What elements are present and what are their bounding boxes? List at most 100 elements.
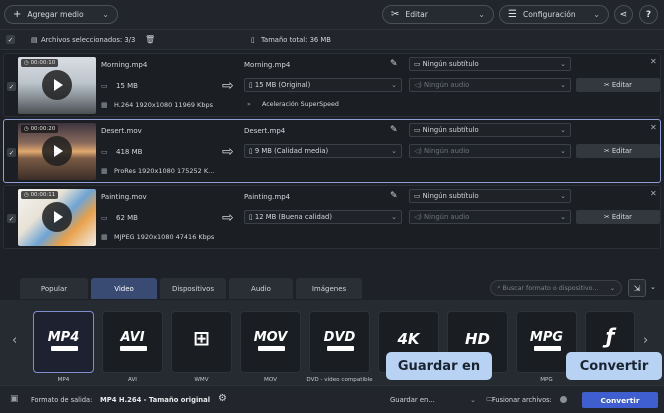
tab-images[interactable]: Imágenes xyxy=(296,278,362,299)
scroll-left-icon[interactable]: ‹ xyxy=(12,333,17,348)
stack-icon: ▤ xyxy=(31,36,38,44)
format-search-input[interactable]: ⌕ Buscar formato o dispositivo... ⌄ xyxy=(490,280,622,296)
select-all-checkbox[interactable]: ✓ xyxy=(6,35,15,44)
source-size: 62 MB xyxy=(116,214,138,222)
format-label: MP4 xyxy=(57,377,70,383)
status-bar: ▣ Formato de salida: MP4 H.264 - Tamaño … xyxy=(0,385,664,413)
tab-video[interactable]: Video xyxy=(91,278,157,299)
video-thumbnail[interactable]: ◷ 00:00:10 xyxy=(18,57,96,114)
output-format-label: Formato de salida: xyxy=(31,396,93,404)
speed-icon: » xyxy=(247,101,251,108)
add-media-button[interactable]: + Agregar medio ⌄ xyxy=(4,5,118,24)
settings-sliders-icon: ☰ xyxy=(508,9,517,20)
quality-select[interactable]: ▯ 9 MB (Calidad media) ⌄ xyxy=(244,144,402,158)
file-row[interactable]: ✓ ◷ 00:00:20 Desert.mov ▭ 418 MB ▦ ProRe… xyxy=(3,119,661,183)
share-icon: ⋖ xyxy=(619,9,628,20)
subtitle-icon: ▭ xyxy=(414,126,423,134)
share-button[interactable]: ⋖ xyxy=(614,5,633,24)
remove-file-icon[interactable]: ✕ xyxy=(650,189,657,198)
subtitle-select[interactable]: ▭ Ningún subtítulo ⌄ xyxy=(409,57,571,71)
chevron-down-icon: ⌄ xyxy=(609,284,615,292)
tab-audio[interactable]: Audio xyxy=(229,278,293,299)
chevron-down-icon: ⌄ xyxy=(560,213,566,221)
format-label: AVI xyxy=(128,377,137,383)
folder-icon: ▭ xyxy=(101,148,108,156)
convert-button[interactable]: Convertir xyxy=(582,392,658,408)
output-filename[interactable]: Morning.mp4 xyxy=(244,61,290,69)
chevron-down-icon: ⌄ xyxy=(560,147,566,155)
tab-popular[interactable]: Popular xyxy=(20,278,88,299)
format-mov[interactable]: MOV xyxy=(240,311,301,373)
file-checkbox[interactable]: ✓ xyxy=(7,148,16,157)
file-checkbox[interactable]: ✓ xyxy=(7,214,16,223)
format-avi[interactable]: AVI xyxy=(102,311,163,373)
file-row[interactable]: ✓ ◷ 00:00:10 Morning.mp4 ▭ 15 MB ▦ H.264… xyxy=(3,53,661,117)
film-icon: ▦ xyxy=(101,167,108,175)
audio-select[interactable]: ◁) Ningún audio ⌄ xyxy=(409,78,571,92)
format-dvd[interactable]: DVD xyxy=(309,311,370,373)
play-icon[interactable] xyxy=(42,136,72,166)
chevron-down-icon: ⌄ xyxy=(102,10,109,19)
convert-arrow-icon: ⇨ xyxy=(222,210,234,226)
top-toolbar: + Agregar medio ⌄ ✂ Editar ⌄ ☰ Configura… xyxy=(0,0,664,30)
film-icon: ▦ xyxy=(101,233,108,241)
selection-bar: ✓ ▤ Archivos seleccionados: 3/3 🗑 ▯ Tama… xyxy=(0,30,664,50)
tools-icon: ✂ xyxy=(391,9,400,20)
file-checkbox[interactable]: ✓ xyxy=(7,82,16,91)
callout-convert: Convertir xyxy=(566,352,662,380)
chevron-down-icon: ⌄ xyxy=(560,60,566,68)
chevron-down-icon: ⌄ xyxy=(391,81,397,89)
subtitle-select[interactable]: ▭ Ningún subtítulo ⌄ xyxy=(409,189,571,203)
output-settings-icon[interactable]: ⚙ xyxy=(218,393,227,404)
chevron-down-icon[interactable]: ⌄ xyxy=(650,283,656,291)
export-presets-button[interactable]: ⇲ xyxy=(628,279,646,297)
chevron-down-icon: ⌄ xyxy=(391,213,397,221)
file-row[interactable]: ✓ ◷ 00:00:11 Painting.mov ▭ 62 MB ▦ MJPE… xyxy=(3,185,661,249)
output-format-value: MP4 H.264 - Tamaño original xyxy=(100,396,211,404)
play-icon[interactable] xyxy=(42,202,72,232)
remove-file-icon[interactable]: ✕ xyxy=(650,123,657,132)
trash-icon[interactable]: 🗑 xyxy=(145,35,155,44)
edit-menu-button[interactable]: ✂ Editar ⌄ xyxy=(382,5,494,24)
format-label: WMV xyxy=(194,377,209,383)
rename-pencil-icon[interactable]: ✎ xyxy=(390,125,398,135)
source-meta: ProRes 1920x1080 175252 K... xyxy=(114,167,215,175)
output-filename[interactable]: Desert.mp4 xyxy=(244,127,285,135)
duration-badge: ◷ 00:00:20 xyxy=(21,125,59,133)
help-button[interactable]: ? xyxy=(639,5,658,24)
speaker-icon: ◁) xyxy=(414,81,425,89)
subtitle-icon: ▭ xyxy=(414,60,423,68)
tools-icon: ✂ xyxy=(604,81,612,89)
video-thumbnail[interactable]: ◷ 00:00:20 xyxy=(18,123,96,180)
convert-arrow-icon: ⇨ xyxy=(222,144,234,160)
play-icon[interactable] xyxy=(42,70,72,100)
source-size: 418 MB xyxy=(116,148,143,156)
convert-arrow-icon: ⇨ xyxy=(222,78,234,94)
flash-icon: ƒ xyxy=(605,324,615,348)
output-format-icon: ▣ xyxy=(10,394,19,404)
subtitle-icon: ▭ xyxy=(414,192,423,200)
save-to-select[interactable]: Guardar en... ⌄ xyxy=(386,393,480,407)
quality-select[interactable]: ▯ 15 MB (Original) ⌄ xyxy=(244,78,402,92)
tab-devices[interactable]: Dispositivos xyxy=(160,278,226,299)
format-mp4[interactable]: MP4 xyxy=(33,311,94,373)
rename-pencil-icon[interactable]: ✎ xyxy=(390,191,398,201)
subtitle-select[interactable]: ▭ Ningún subtítulo ⌄ xyxy=(409,123,571,137)
settings-menu-button[interactable]: ☰ Configuración ⌄ xyxy=(499,5,609,24)
chevron-down-icon: ⌄ xyxy=(470,396,476,404)
audio-select[interactable]: ◁) Ningún audio ⌄ xyxy=(409,144,571,158)
rename-pencil-icon[interactable]: ✎ xyxy=(390,59,398,69)
audio-select[interactable]: ◁) Ningún audio ⌄ xyxy=(409,210,571,224)
output-filename[interactable]: Painting.mp4 xyxy=(244,193,290,201)
edit-file-button[interactable]: ✂ Editar xyxy=(576,210,660,224)
quality-select[interactable]: ▯ 12 MB (Buena calidad) ⌄ xyxy=(244,210,402,224)
remove-file-icon[interactable]: ✕ xyxy=(650,57,657,66)
edit-file-button[interactable]: ✂ Editar xyxy=(576,144,660,158)
edit-file-button[interactable]: ✂ Editar xyxy=(576,78,660,92)
format-wmv[interactable]: ⊞ xyxy=(171,311,232,373)
video-thumbnail[interactable]: ◷ 00:00:11 xyxy=(18,189,96,246)
scroll-right-icon[interactable]: › xyxy=(643,333,648,348)
speaker-icon: ◁) xyxy=(414,213,425,221)
merge-files-label: Fusionar archivos: xyxy=(492,396,552,404)
merge-toggle[interactable] xyxy=(560,396,567,403)
